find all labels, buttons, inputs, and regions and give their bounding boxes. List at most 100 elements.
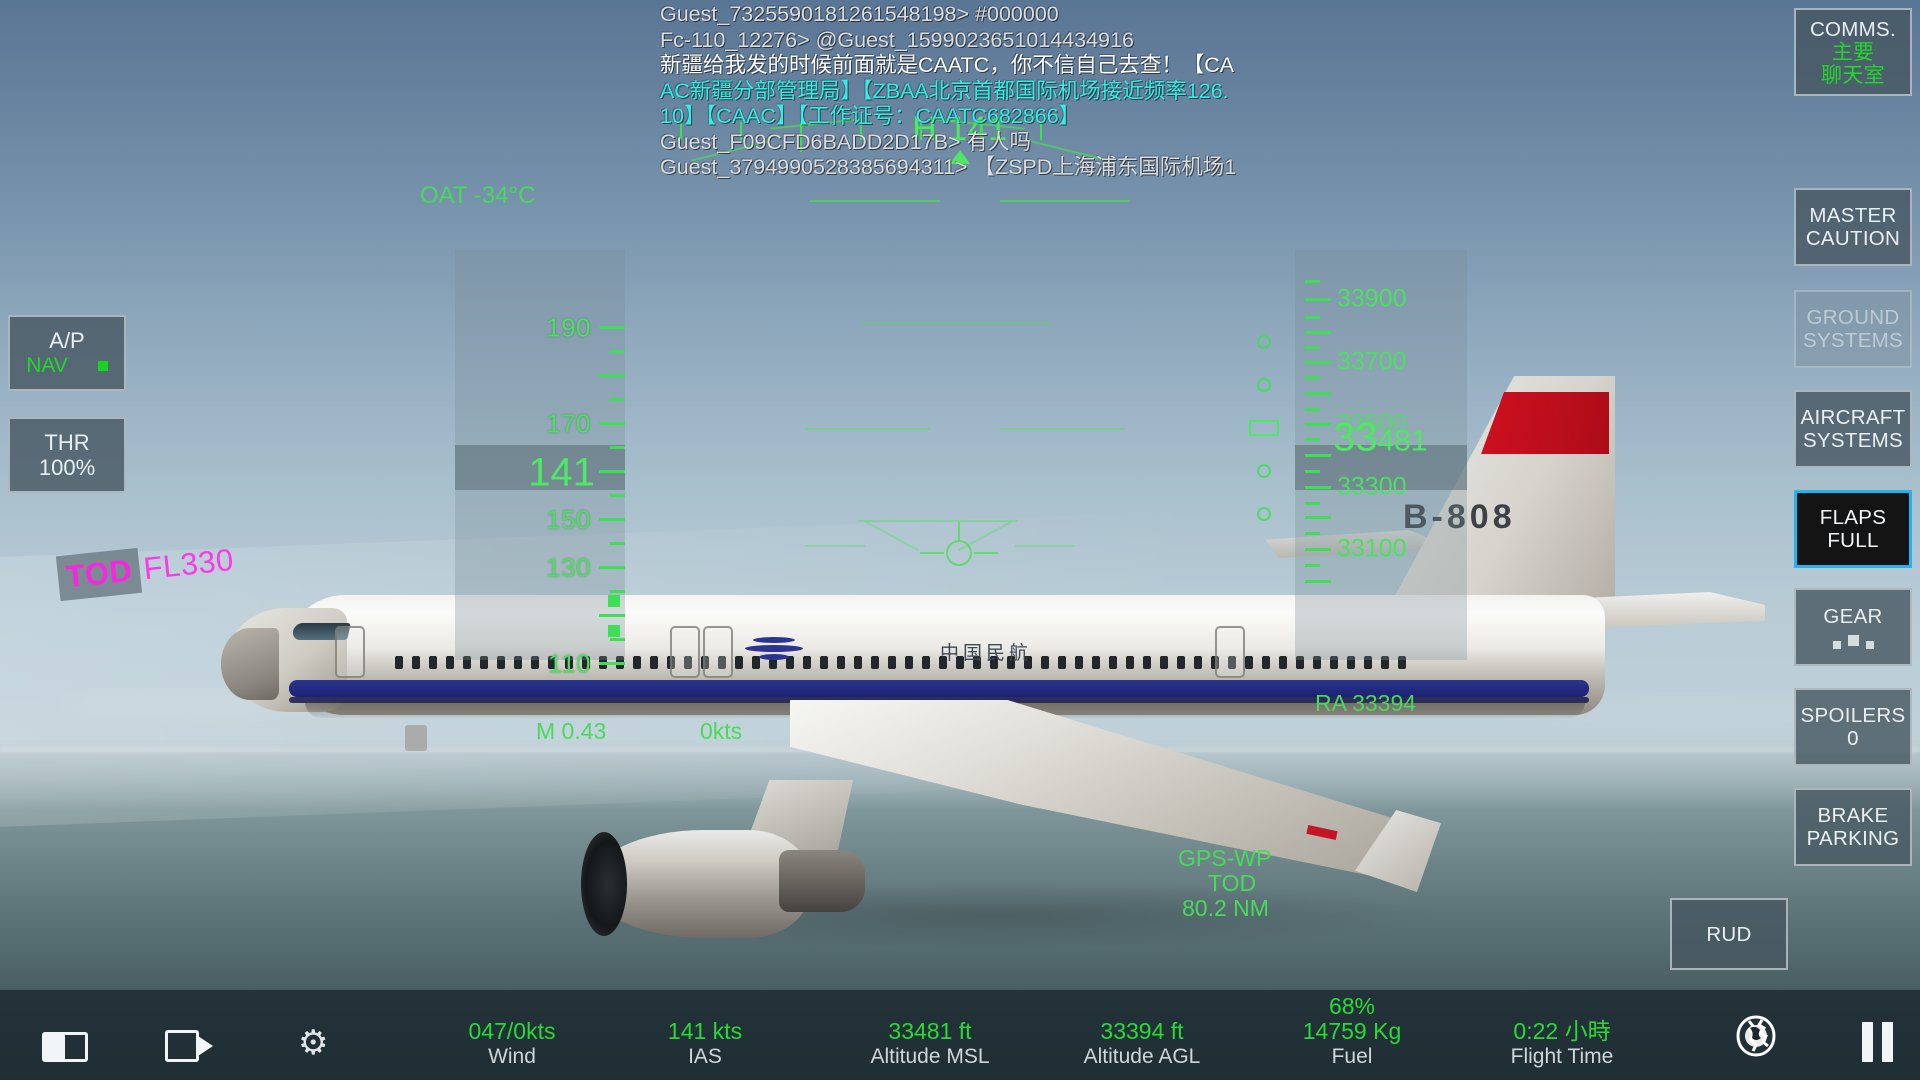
aircraft-systems-button[interactable]: AIRCRAFT SYSTEMS	[1794, 390, 1912, 468]
forward-door	[335, 626, 365, 678]
pause-icon	[1862, 1022, 1893, 1062]
vs-indicator-dot	[1257, 335, 1271, 349]
autopilot-button[interactable]: A/P NAV	[8, 315, 126, 391]
altitude-msl-value: 33481 ft	[888, 1018, 972, 1044]
chat-line: 10】【CAAC】【工作证号：CAATC682866】	[660, 104, 1081, 128]
pause-button[interactable]	[1862, 1022, 1893, 1062]
engine-exhaust	[779, 850, 865, 912]
altitude-tick-label: 33900	[1337, 284, 1407, 313]
gps-waypoint-label: GPS-WP	[1178, 845, 1272, 871]
camera-icon	[165, 1030, 213, 1062]
fuel-status: 68% 14759 Kg Fuel	[1262, 994, 1442, 1070]
altitude-agl-label: Altitude AGL	[1083, 1045, 1201, 1068]
gps-waypoint-distance: 80.2 NM	[1182, 895, 1269, 921]
ias-label: IAS	[688, 1045, 722, 1068]
pitch-ladder-line	[862, 322, 1052, 324]
fuel-percent: 68%	[1328, 993, 1376, 1019]
speed-bug	[608, 595, 620, 607]
mach-readout: M 0.43	[536, 718, 607, 744]
master-caution-label-2: CAUTION	[1805, 227, 1901, 250]
aircraft-systems-label-1: AIRCRAFT	[1800, 406, 1906, 429]
vs-indicator-box	[1249, 420, 1279, 436]
flight-time-status: 0:22 小時 Flight Time	[1462, 1019, 1662, 1070]
flight-time-label: Flight Time	[1510, 1045, 1614, 1068]
altitude-agl-value: 33394 ft	[1100, 1018, 1184, 1044]
speed-tick-label: 150	[546, 504, 591, 535]
vs-indicator-dot	[1257, 378, 1271, 392]
chat-line: 新疆给我发的时候前面就是CAATC，你不信自己去查！【CA	[660, 53, 1235, 77]
aircraft-systems-label-2: SYSTEMS	[1802, 429, 1904, 452]
ground-systems-label-1: GROUND	[1806, 306, 1900, 329]
flaps-label: FLAPS	[1819, 506, 1887, 529]
speed-bug	[608, 625, 620, 637]
altitude-tick-label: 33100	[1337, 534, 1407, 563]
vs-indicator-dot	[1257, 464, 1271, 478]
engine-inlet	[581, 832, 627, 936]
current-altitude: 33481	[1333, 415, 1428, 460]
pitch-ladder-line	[858, 520, 1018, 522]
spoilers-label: SPOILERS	[1800, 704, 1906, 727]
altitude-tick-label: 33300	[1337, 472, 1407, 501]
tail-livery-flag	[1481, 392, 1609, 454]
pitch-ladder-line	[805, 545, 865, 547]
speed-tick-label: 170	[546, 408, 591, 439]
gear-label: GEAR	[1823, 605, 1883, 628]
rudder-button[interactable]: RUD	[1670, 898, 1788, 970]
flaps-value: FULL	[1827, 529, 1879, 552]
bottom-status-bar: ⚙ 047/0kts Wind 141 kts IAS 33481 ft Alt…	[0, 990, 1920, 1080]
throttle-button[interactable]: THR 100%	[8, 417, 126, 493]
altitude-msl-label: Altitude MSL	[870, 1045, 990, 1068]
outside-air-temperature: OAT -34°C	[420, 182, 536, 209]
ias-status: 141 kts IAS	[625, 1019, 785, 1070]
tod-chip-label: TOD	[55, 547, 143, 602]
chat-line: Guest_F09CFD6BADD2D17B> 有人吗	[660, 129, 1032, 154]
chat-line: Guest_7325590181261548198> #000000	[660, 2, 1059, 26]
brake-label-1: BRAKE	[1817, 804, 1889, 827]
rudder-label: RUD	[1706, 922, 1752, 946]
ground-systems-button[interactable]: GROUND SYSTEMS	[1794, 290, 1912, 368]
screen-layout-button[interactable]	[42, 1032, 88, 1062]
brake-parking-button[interactable]: BRAKE PARKING	[1794, 788, 1912, 866]
livery-logo	[745, 635, 809, 665]
speed-tick-label: 130	[546, 552, 591, 583]
gear-button[interactable]: GEAR	[1794, 588, 1912, 666]
camera-button[interactable]	[165, 1030, 213, 1062]
flaps-button[interactable]: FLAPS FULL	[1794, 490, 1912, 568]
altitude-tick-label: 33700	[1337, 347, 1407, 376]
comms-button[interactable]: COMMS. 主要 聊天室	[1794, 8, 1912, 96]
vs-indicator-dot	[1257, 507, 1271, 521]
main-wing	[790, 700, 1430, 880]
radome	[221, 628, 279, 700]
brake-label-2: PARKING	[1806, 827, 1900, 850]
flight-path-vector	[920, 522, 998, 566]
speed-tick-label: 190	[546, 312, 591, 343]
master-caution-button[interactable]: MASTER CAUTION	[1794, 188, 1912, 266]
map-button[interactable]	[1735, 1015, 1777, 1062]
autopilot-led-icon	[97, 360, 108, 371]
nose-gear-door	[405, 725, 427, 751]
wind-label: Wind	[488, 1045, 536, 1068]
settings-button[interactable]: ⚙	[298, 1026, 342, 1062]
aft-door	[1215, 626, 1245, 678]
flight-simulator-screen: B-808 中国民航 H 141 OAT -34°C 190 170 150 1…	[0, 0, 1920, 1080]
spoilers-value: 0	[1847, 727, 1859, 750]
chat-overlay: Guest_7325590181261548198> #000000 Fc-11…	[660, 2, 1280, 181]
fuel-label: Fuel	[1331, 1045, 1373, 1068]
pitch-ladder-line	[1000, 428, 1125, 430]
chat-line: AC新疆分部管理局】【ZBAA北京首都国际机场接近频率126.	[660, 78, 1229, 103]
pitch-ladder-line	[1015, 545, 1075, 547]
ias-value: 141 kts	[667, 1018, 743, 1044]
top-of-descent-marker: TOD FL330	[55, 542, 235, 602]
current-airspeed: 141	[528, 450, 595, 495]
throttle-label: THR	[44, 430, 90, 455]
comms-label: COMMS.	[1809, 17, 1897, 41]
gear-icon: ⚙	[298, 1024, 329, 1062]
spoilers-button[interactable]: SPOILERS 0	[1794, 688, 1912, 766]
altitude-agl-status: 33394 ft Altitude AGL	[1042, 1019, 1242, 1070]
chat-line: Fc-110_12276> @Guest_1599023651014434916	[660, 27, 1134, 52]
gear-status-indicator-icon	[1832, 635, 1874, 649]
autopilot-label: A/P	[49, 328, 85, 353]
comms-sub-label-1: 主要	[1831, 40, 1875, 64]
autopilot-mode: NAV	[26, 354, 68, 377]
pitch-ladder-line	[1000, 200, 1130, 202]
